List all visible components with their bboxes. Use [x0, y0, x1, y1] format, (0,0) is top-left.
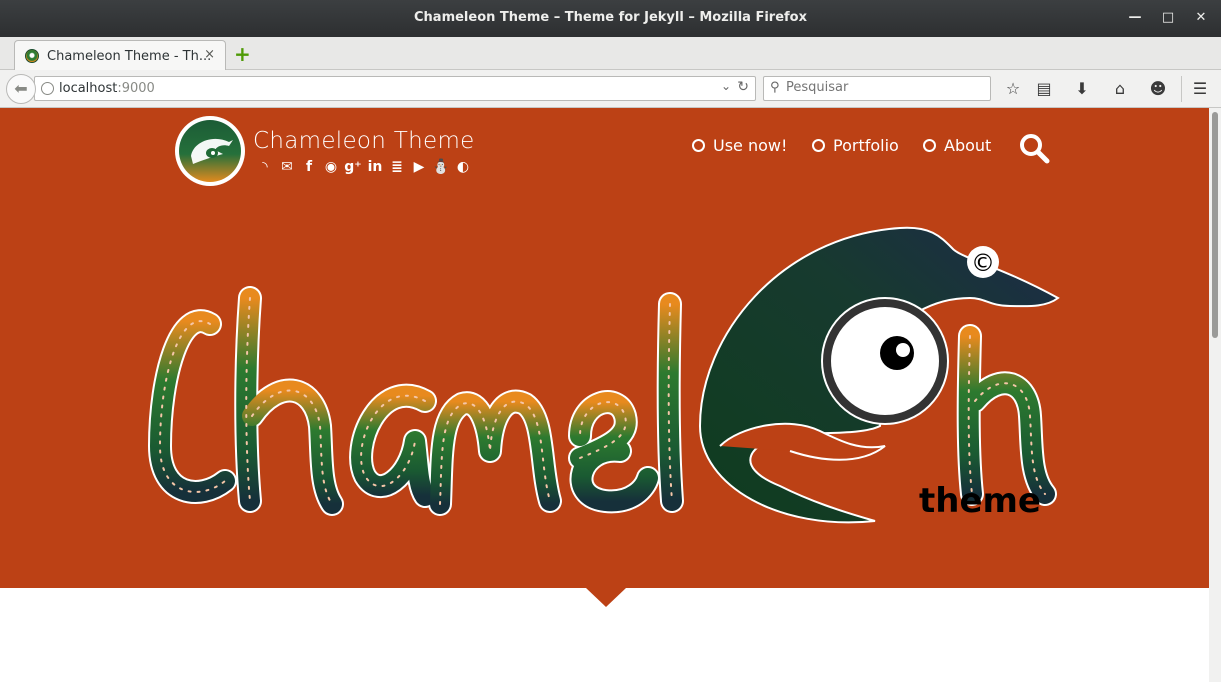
reading-list-icon[interactable]: ▤: [1033, 78, 1055, 100]
search-icon: ⚲: [770, 80, 780, 95]
web-page: Chameleon Theme ◝ ✉ f ◉ g⁺ in ≣ ▶ ⛄ ◐ Us…: [0, 108, 1209, 682]
nav-portfolio-label: Portfolio: [833, 136, 899, 155]
social-links: ◝ ✉ f ◉ g⁺ in ≣ ▶ ⛄ ◐: [256, 158, 472, 176]
chat-icon[interactable]: ☻: [1147, 78, 1169, 100]
scrollbar-thumb[interactable]: [1212, 112, 1218, 338]
search-input[interactable]: [786, 80, 986, 95]
url-text[interactable]: localhost:9000: [59, 81, 155, 96]
disqus-icon[interactable]: ◐: [454, 158, 472, 176]
menu-icon[interactable]: ☰: [1189, 78, 1211, 100]
hero-section: Chameleon Theme ◝ ✉ f ◉ g⁺ in ≣ ▶ ⛄ ◐ Us…: [0, 108, 1209, 588]
circle-icon: [812, 139, 825, 152]
bookmark-star-icon[interactable]: ☆: [1002, 78, 1024, 100]
minimize-icon[interactable]: —: [1125, 9, 1145, 27]
circle-icon: [692, 139, 705, 152]
email-icon[interactable]: ✉: [278, 158, 296, 176]
maximize-icon[interactable]: □: [1158, 9, 1178, 27]
circle-icon: [923, 139, 936, 152]
favicon-icon: [25, 49, 39, 63]
url-port: :9000: [117, 81, 155, 96]
search-bar[interactable]: ⚲: [763, 76, 991, 101]
window-titlebar: Chameleon Theme – Theme for Jekyll – Moz…: [0, 0, 1221, 37]
reload-icon[interactable]: ↻: [737, 79, 749, 95]
nav-about[interactable]: About: [923, 136, 991, 155]
linux-icon[interactable]: ⛄: [432, 158, 450, 176]
navigation-bar: localhost:9000 ⌄ ↻ ⬅ ⚲ ☆ ▤ ⬇ ⌂ ☻ ☰: [0, 70, 1221, 108]
copyright-mark: ©: [971, 249, 995, 277]
nav-use-now[interactable]: Use now!: [692, 136, 787, 155]
url-host: localhost: [59, 81, 118, 96]
google-plus-icon[interactable]: g⁺: [344, 158, 362, 176]
hero-chameleon-wordmark: © theme: [148, 226, 1060, 524]
home-icon[interactable]: ⌂: [1109, 78, 1131, 100]
window-title: Chameleon Theme – Theme for Jekyll – Moz…: [414, 10, 807, 25]
tab-close-icon[interactable]: ×: [204, 47, 215, 62]
url-bar[interactable]: localhost:9000 ⌄ ↻: [34, 76, 756, 101]
site-brand[interactable]: Chameleon Theme: [253, 128, 475, 154]
logo-chameleon-icon: [179, 120, 241, 182]
linkedin-icon[interactable]: in: [366, 158, 384, 176]
stack-icon[interactable]: ≣: [388, 158, 406, 176]
site-logo[interactable]: [175, 116, 245, 186]
nav-portfolio[interactable]: Portfolio: [812, 136, 899, 155]
toolbar-separator: [1181, 76, 1182, 102]
hero-pointer: [586, 588, 626, 607]
globe-icon: [41, 82, 54, 95]
rss-icon[interactable]: ◝: [256, 158, 274, 176]
back-button[interactable]: ⬅: [6, 74, 36, 104]
hero-subtitle: theme: [919, 481, 1041, 521]
close-window-icon[interactable]: ✕: [1191, 9, 1211, 27]
tab-strip: Chameleon Theme - Th... × +: [0, 37, 1221, 71]
page-scrollbar[interactable]: [1209, 108, 1221, 682]
back-arrow-icon: ⬅: [14, 79, 28, 98]
nav-about-label: About: [944, 136, 992, 155]
nav-use-now-label: Use now!: [713, 136, 788, 155]
github-icon[interactable]: ◉: [322, 158, 340, 176]
browser-tab[interactable]: Chameleon Theme - Th... ×: [14, 40, 226, 71]
site-search-icon[interactable]: [1018, 132, 1050, 164]
download-icon[interactable]: ⬇: [1071, 78, 1093, 100]
new-tab-icon[interactable]: +: [234, 42, 251, 66]
tab-title: Chameleon Theme - Th...: [47, 49, 212, 64]
youtube-icon[interactable]: ▶: [410, 158, 428, 176]
url-dropdown-icon[interactable]: ⌄: [721, 79, 731, 93]
facebook-icon[interactable]: f: [300, 158, 318, 176]
